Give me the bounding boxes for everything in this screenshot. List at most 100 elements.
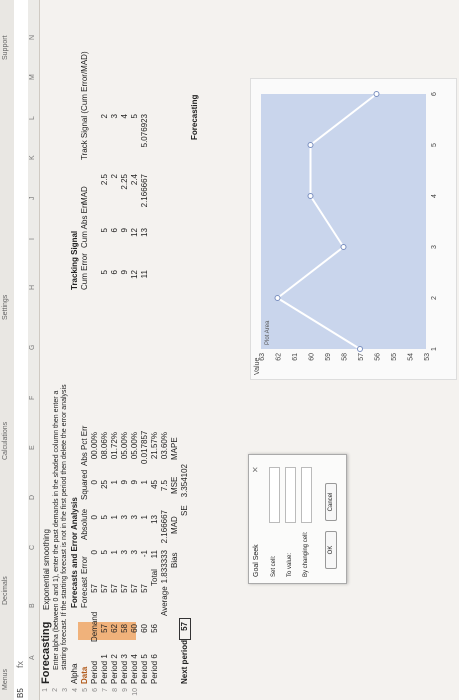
cum-abs-col-header: Cum Abs Err bbox=[80, 202, 89, 248]
photo-background: Menus Decimals Calculations Settings Sup… bbox=[0, 0, 459, 700]
data-point bbox=[340, 244, 347, 250]
column-g[interactable]: G bbox=[29, 345, 36, 350]
absolute-cell: 5 bbox=[100, 515, 109, 520]
tab-menus[interactable]: Menus bbox=[2, 669, 9, 690]
demand-cell[interactable]: 62 bbox=[110, 624, 119, 640]
forecast-col-header: Forecast bbox=[80, 576, 89, 608]
column-c[interactable]: C bbox=[29, 545, 36, 550]
cum-abs-cell: 9 bbox=[120, 228, 129, 233]
column-e[interactable]: E bbox=[29, 445, 36, 450]
abs-pct-err-cell: 01.72% bbox=[110, 432, 119, 460]
error-cell: 3 bbox=[120, 550, 129, 555]
y-tick-label: 60 bbox=[309, 353, 316, 361]
track-signal-cell: 5 bbox=[130, 114, 139, 119]
ok-button[interactable]: OK bbox=[325, 531, 337, 569]
average-squared: 7.5 bbox=[160, 480, 169, 492]
x-tick-label: 6 bbox=[431, 92, 438, 96]
y-tick-label: 61 bbox=[292, 353, 299, 361]
column-l[interactable]: L bbox=[29, 116, 36, 120]
abs-pct-err-cell: 05.00% bbox=[120, 432, 129, 460]
name-box[interactable]: B5 bbox=[16, 674, 25, 698]
column-f[interactable]: F bbox=[29, 396, 36, 400]
demand-cell[interactable]: 60 bbox=[130, 624, 139, 640]
chart-canvas: 5354555657585960616263123456ValuePlot Ar… bbox=[254, 91, 438, 375]
error-cell: 3 bbox=[130, 550, 139, 555]
column-n[interactable]: N bbox=[29, 35, 36, 40]
mad-cell: 2 bbox=[110, 174, 119, 179]
demand-cell[interactable]: 56 bbox=[150, 624, 159, 640]
total-abs: 13 bbox=[150, 515, 159, 524]
cum-abs-cell: 13 bbox=[140, 228, 149, 237]
forecast-cell: 57 bbox=[130, 584, 139, 593]
tracking-header: Tracking Signal bbox=[70, 230, 79, 290]
average-value: 1.833333 bbox=[160, 550, 169, 584]
average-abs: 2.166667 bbox=[160, 510, 169, 544]
cancel-button[interactable]: Cancel bbox=[325, 483, 337, 521]
goal-seek-dialog: Goal Seek ✕ Set cell: To value: By chang… bbox=[248, 454, 347, 584]
instruction-line-1: Enter alpha (between 0 and 1), enter the… bbox=[53, 390, 60, 670]
set-cell-field[interactable] bbox=[269, 467, 280, 523]
y-tick-label: 53 bbox=[424, 353, 431, 361]
column-d[interactable]: D bbox=[29, 495, 36, 500]
by-changing-label: By changing cell: bbox=[303, 531, 309, 577]
cum-abs-cell: 12 bbox=[130, 228, 139, 237]
tab-decimals[interactable]: Decimals bbox=[2, 576, 9, 605]
column-i[interactable]: I bbox=[29, 238, 36, 240]
dialog-title: Goal Seek bbox=[253, 544, 260, 577]
column-k[interactable]: K bbox=[29, 155, 36, 160]
row-number: 7 bbox=[102, 688, 109, 692]
row-number: 3 bbox=[62, 688, 69, 692]
column-a[interactable]: A bbox=[29, 655, 36, 660]
squared-cell: 1 bbox=[140, 480, 149, 485]
y-tick-label: 57 bbox=[358, 353, 365, 361]
formula-icon[interactable]: fx bbox=[15, 661, 25, 668]
close-icon[interactable]: ✕ bbox=[251, 466, 260, 473]
column-j[interactable]: J bbox=[29, 197, 36, 201]
y-tick-label: 58 bbox=[342, 353, 349, 361]
cum-error-cell: 6 bbox=[110, 270, 119, 275]
squared-cell: 1 bbox=[110, 480, 119, 485]
period-label: Period 1 bbox=[100, 654, 109, 684]
tab-settings[interactable]: Settings bbox=[2, 295, 9, 320]
period-label: Period 5 bbox=[140, 654, 149, 684]
plot-area-label: Plot Area bbox=[265, 320, 271, 345]
column-h[interactable]: H bbox=[29, 285, 36, 290]
cum-error-cell: 11 bbox=[140, 270, 149, 279]
next-period-value: 57 bbox=[180, 622, 189, 631]
forecast-cell: 57 bbox=[90, 584, 99, 593]
alpha-label: Alpha bbox=[70, 663, 79, 684]
demand-cell[interactable]: 58 bbox=[120, 624, 129, 640]
cum-error-cell: 12 bbox=[130, 270, 139, 279]
demand-cell[interactable]: 57 bbox=[100, 624, 109, 640]
column-header-strip: A B C D E F G H I J K L M N bbox=[28, 0, 40, 700]
tab-calculations[interactable]: Calculations bbox=[2, 422, 9, 460]
data-label: Data bbox=[80, 666, 89, 684]
mad-cell: 2.4 bbox=[130, 174, 139, 186]
mad-label: MAD bbox=[170, 516, 179, 534]
x-tick-label: 5 bbox=[431, 143, 438, 147]
absolute-cell: 1 bbox=[140, 515, 149, 520]
data-point bbox=[307, 142, 314, 148]
row-number: 2 bbox=[52, 688, 59, 692]
demand-cell[interactable]: 60 bbox=[140, 624, 149, 640]
to-value-field[interactable] bbox=[285, 467, 296, 523]
forecast-chart[interactable]: 53 54 55 56 57 58 59 60 61 62 63 1 2 3 4 5 6 Value Plot Ar… bbox=[250, 78, 457, 380]
y-tick-label: 62 bbox=[276, 353, 283, 361]
error-col-header: Error bbox=[80, 556, 89, 574]
y-tick-label: 56 bbox=[375, 353, 382, 361]
se-value: 3.354102 bbox=[180, 464, 189, 498]
column-m[interactable]: M bbox=[29, 74, 36, 80]
column-b[interactable]: B bbox=[29, 603, 36, 608]
total-error: 11 bbox=[150, 550, 159, 559]
absolute-cell: 3 bbox=[120, 515, 129, 520]
se-label: SE bbox=[180, 505, 189, 516]
to-value-label: To value: bbox=[287, 552, 293, 577]
x-tick-label: 1 bbox=[431, 347, 438, 351]
abs-pct-err-cell: 08.06% bbox=[100, 432, 109, 460]
total-label: Total bbox=[150, 569, 159, 586]
by-changing-field[interactable] bbox=[301, 467, 312, 523]
data-point bbox=[307, 193, 314, 199]
absolute-col-header: Absolute bbox=[80, 508, 89, 540]
tab-support[interactable]: Support bbox=[2, 35, 9, 60]
x-tick-label: 2 bbox=[431, 296, 438, 300]
